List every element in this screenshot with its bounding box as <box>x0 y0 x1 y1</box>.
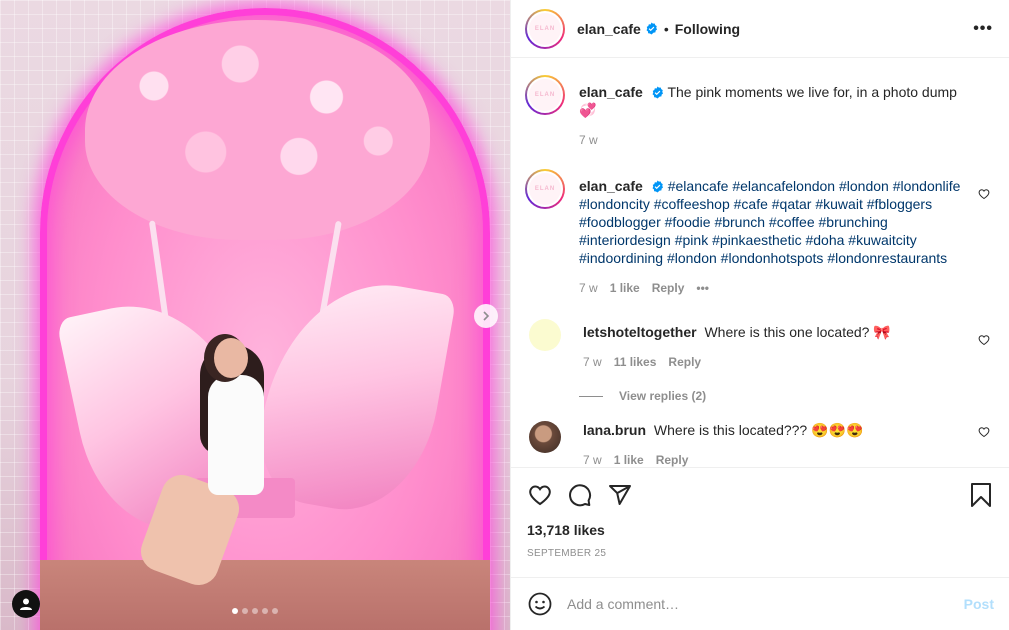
person-head <box>214 338 248 378</box>
post-date[interactable]: SEPTEMBER 25 <box>527 548 994 559</box>
flower-canopy <box>85 20 430 240</box>
carousel-dot <box>252 608 258 614</box>
comment-like-button[interactable] <box>978 333 990 349</box>
user-tag-button[interactable] <box>12 590 40 618</box>
carousel-dot <box>262 608 268 614</box>
following-button[interactable]: Following <box>675 21 740 37</box>
user-tag-icon <box>20 598 32 610</box>
avatar-logo: ELAN <box>529 173 561 205</box>
avatar[interactable]: ELAN <box>525 169 565 209</box>
next-media-button[interactable] <box>474 304 498 328</box>
comment-text: Where is this one located? 🎀 <box>704 324 891 340</box>
reply-button[interactable]: Reply <box>668 353 701 371</box>
comment-likes[interactable]: 11 likes <box>614 353 657 371</box>
reply-button[interactable]: Reply <box>652 279 685 297</box>
carousel-dot <box>242 608 248 614</box>
avatar-logo: ELAN <box>529 12 561 45</box>
view-replies-button[interactable]: View replies (2) <box>579 389 994 403</box>
comment-age[interactable]: 7 w <box>583 353 602 371</box>
avatar[interactable]: ELAN <box>525 8 565 49</box>
comment-item: lana.brun Where is this located??? 😍😍😍 7… <box>525 421 994 467</box>
comment-button[interactable] <box>567 482 593 508</box>
comment-icon <box>569 484 592 507</box>
header-username[interactable]: elan_cafe <box>577 21 641 37</box>
carousel-indicator <box>232 608 278 614</box>
carousel-dot <box>272 608 278 614</box>
comment-text: Where is this located??? 😍😍😍 <box>653 422 864 438</box>
likes-count[interactable]: 13,718 likes <box>527 522 994 538</box>
heart-icon <box>978 427 990 438</box>
avatar[interactable] <box>529 421 561 453</box>
avatar[interactable] <box>529 319 561 351</box>
share-icon <box>609 485 631 505</box>
comment-input[interactable] <box>567 596 964 612</box>
chevron-right-icon <box>483 311 490 321</box>
post-panel: ELAN elan_cafe • Following ••• ELAN elan… <box>510 0 1009 630</box>
reply-button[interactable]: Reply <box>656 451 689 467</box>
like-button[interactable] <box>527 482 553 508</box>
comment-likes[interactable]: 1 like <box>614 451 644 467</box>
comments-list[interactable]: ELAN elan_cafe The pink moments we live … <box>511 59 1009 467</box>
bookmark-icon <box>971 483 991 507</box>
save-button[interactable] <box>968 482 994 508</box>
person-body <box>208 375 264 495</box>
avatar-logo: ELAN <box>529 79 561 111</box>
header-separator: • <box>663 20 669 37</box>
comment-age[interactable]: 7 w <box>583 451 602 467</box>
avatar[interactable]: ELAN <box>525 75 565 115</box>
post-header: ELAN elan_cafe • Following ••• <box>511 0 1009 58</box>
more-options-icon[interactable]: ••• <box>973 20 993 37</box>
replies-line <box>579 395 603 397</box>
caption-username[interactable]: elan_cafe <box>579 84 643 100</box>
post-media[interactable] <box>0 0 510 630</box>
comment-username[interactable]: lana.brun <box>583 422 646 438</box>
comment-likes[interactable]: 1 like <box>610 279 640 297</box>
carousel-dot <box>232 608 238 614</box>
verified-badge-icon <box>651 180 664 193</box>
heart-icon <box>978 335 990 346</box>
caption-age[interactable]: 7 w <box>579 131 598 149</box>
view-replies-label: View replies (2) <box>619 389 707 403</box>
comment-item: letshoteltogether Where is this one loca… <box>525 315 994 371</box>
share-button[interactable] <box>607 482 633 508</box>
comment-username[interactable]: elan_cafe <box>579 178 643 194</box>
verified-badge-icon <box>645 22 658 35</box>
heart-icon <box>529 485 551 506</box>
comment-item: ELAN elan_cafe #elancafe #elancafelondon… <box>525 169 994 297</box>
post-actions: 13,718 likes SEPTEMBER 25 <box>511 467 1009 577</box>
comment-age[interactable]: 7 w <box>579 279 598 297</box>
emoji-icon <box>528 592 552 616</box>
comment-like-button[interactable] <box>978 425 990 441</box>
comment-like-button[interactable] <box>978 187 990 203</box>
comment-composer: Post <box>511 577 1009 630</box>
post-button[interactable]: Post <box>964 596 994 612</box>
heart-icon <box>978 189 990 200</box>
floor <box>40 560 490 630</box>
verified-badge-icon <box>651 86 664 99</box>
emoji-button[interactable] <box>527 591 553 617</box>
comment-username[interactable]: letshoteltogether <box>583 324 697 340</box>
caption: ELAN elan_cafe The pink moments we live … <box>525 75 994 149</box>
comment-more-icon[interactable]: ••• <box>696 279 709 297</box>
